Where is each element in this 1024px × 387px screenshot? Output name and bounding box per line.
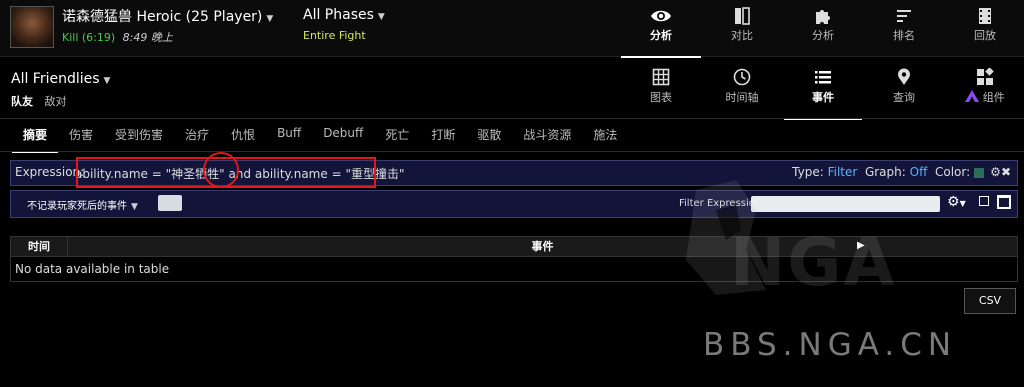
- view-query[interactable]: 查询: [865, 64, 943, 118]
- tab-resources[interactable]: 战斗资源: [512, 121, 582, 151]
- graph-value[interactable]: Off: [910, 165, 928, 179]
- nav-label: 回放: [974, 29, 996, 42]
- close-icon[interactable]: ✖: [1001, 165, 1011, 179]
- csv-button[interactable]: CSV: [964, 288, 1016, 314]
- expression-label: Expression:: [15, 165, 85, 179]
- view-label: 事件: [812, 91, 834, 104]
- phases-selector[interactable]: All Phases ▼: [303, 7, 385, 23]
- widgets-icon: [977, 68, 994, 85]
- view-charts[interactable]: 图表: [622, 64, 700, 118]
- nav-analyze[interactable]: 分析: [621, 0, 701, 58]
- tab-dispels[interactable]: 驱散: [466, 121, 512, 151]
- fight-time: 8:49 晚上: [122, 31, 173, 44]
- warcraftlogs-logo-icon: [965, 90, 980, 102]
- nav-label: 对比: [731, 29, 753, 42]
- eye-icon: [651, 10, 671, 22]
- tab-summary[interactable]: 摘要: [12, 121, 59, 153]
- tab-enemy[interactable]: 敌对: [45, 95, 67, 108]
- events-table: 时间 事件 ▶ No data available in table: [10, 236, 1018, 282]
- nav-rankings[interactable]: 排名: [864, 0, 944, 56]
- gear-icon[interactable]: ⚙: [990, 165, 1001, 179]
- expression-options: Type: Filter Graph: Off Color: ⚙✖: [792, 165, 1011, 179]
- boss-portrait: [10, 6, 54, 48]
- chevron-down-icon: ▼: [103, 76, 111, 86]
- list-icon: [815, 71, 831, 84]
- chevron-down-icon: ▼: [266, 14, 274, 24]
- fight-range[interactable]: Entire Fight: [303, 29, 366, 42]
- chevron-down-icon: ▼: [377, 12, 385, 22]
- popout-icon[interactable]: [979, 196, 989, 206]
- tab-damage-done[interactable]: 伤害: [58, 121, 104, 151]
- phases-label: All Phases: [303, 7, 374, 23]
- chevron-down-icon: ▼: [131, 202, 138, 212]
- view-widgets[interactable]: 组件: [946, 64, 1024, 118]
- main-tabs: 摘要 伤害 受到伤害 治疗 仇恨 Buff Debuff 死亡 打断 驱散 战斗…: [12, 121, 628, 153]
- divider: [0, 118, 1024, 119]
- color-swatch[interactable]: [974, 167, 985, 178]
- tab-healing[interactable]: 治疗: [174, 121, 220, 151]
- tab-casts[interactable]: 施法: [582, 121, 628, 151]
- map-pin-icon: [898, 68, 910, 85]
- nav-replay[interactable]: 回放: [945, 0, 1024, 56]
- nav-compare[interactable]: 对比: [702, 0, 782, 56]
- side-tabs: 队友 敌对: [11, 93, 67, 109]
- friendlies-label: All Friendlies: [11, 71, 100, 87]
- color-label: Color:: [935, 165, 971, 179]
- clock-icon: [733, 68, 751, 86]
- highlight-circle: [203, 152, 239, 188]
- view-label: 查询: [893, 91, 915, 104]
- divider: [0, 151, 1024, 152]
- kill-info: Kill (6:19) 8:49 晚上: [62, 29, 173, 45]
- view-label-row: 组件: [946, 89, 1024, 105]
- tab-threat[interactable]: 仇恨: [220, 121, 266, 151]
- column-time[interactable]: 时间: [11, 237, 68, 257]
- death-filter-label: 不记录玩家死后的事件: [27, 201, 127, 212]
- graph-label: Graph:: [864, 165, 906, 179]
- compare-icon: [735, 7, 750, 25]
- grid-icon: [652, 68, 670, 86]
- top-bar: 诺森德猛兽 Heroic (25 Player) ▼ Kill (6:19) 8:…: [0, 0, 1024, 58]
- death-filter-dropdown[interactable]: 不记录玩家死后的事件 ▼: [27, 197, 138, 212]
- view-events[interactable]: 事件: [784, 64, 862, 120]
- watermark-site: BBS.NGA.CN: [703, 327, 958, 363]
- kill-status: Kill (6:19): [62, 31, 116, 44]
- filter-bar: 不记录玩家死后的事件 ▼ Filter Expression: ⚙▼: [10, 190, 1018, 218]
- view-label: 时间轴: [725, 91, 759, 104]
- friendlies-selector[interactable]: All Friendlies ▼: [11, 71, 110, 87]
- view-timeline[interactable]: 时间轴: [703, 64, 781, 118]
- tab-friendly[interactable]: 队友: [11, 95, 33, 108]
- boss-selector[interactable]: 诺森德猛兽 Heroic (25 Player) ▼: [62, 6, 273, 26]
- tab-buffs[interactable]: Buff: [266, 121, 312, 151]
- ranking-icon: [897, 10, 911, 22]
- empty-message: No data available in table: [15, 262, 170, 276]
- play-icon[interactable]: ▶: [857, 240, 865, 251]
- view-label: 组件: [982, 91, 1005, 104]
- column-event[interactable]: 事件: [68, 237, 1017, 257]
- filter-expression-input[interactable]: [751, 196, 940, 212]
- view-label: 图表: [650, 91, 672, 104]
- type-value[interactable]: Filter: [828, 165, 858, 179]
- tab-damage-taken[interactable]: 受到伤害: [104, 121, 174, 151]
- tab-interrupts[interactable]: 打断: [420, 121, 466, 151]
- puzzle-icon: [816, 10, 830, 24]
- type-label: Type:: [792, 165, 824, 179]
- nav-analyze-2[interactable]: 分析: [783, 0, 863, 56]
- gear-icon[interactable]: ⚙▼: [947, 194, 966, 210]
- film-icon: [979, 8, 991, 24]
- tab-debuffs[interactable]: Debuff: [312, 121, 374, 151]
- nav-label: 分析: [812, 29, 834, 42]
- nav-label: 排名: [893, 29, 915, 42]
- tab-deaths[interactable]: 死亡: [374, 121, 420, 151]
- nav-label: 分析: [650, 29, 672, 42]
- filter-toggle-button[interactable]: [158, 195, 182, 211]
- maximize-icon[interactable]: [997, 195, 1011, 209]
- boss-name: 诺森德猛兽 Heroic (25 Player): [62, 9, 263, 25]
